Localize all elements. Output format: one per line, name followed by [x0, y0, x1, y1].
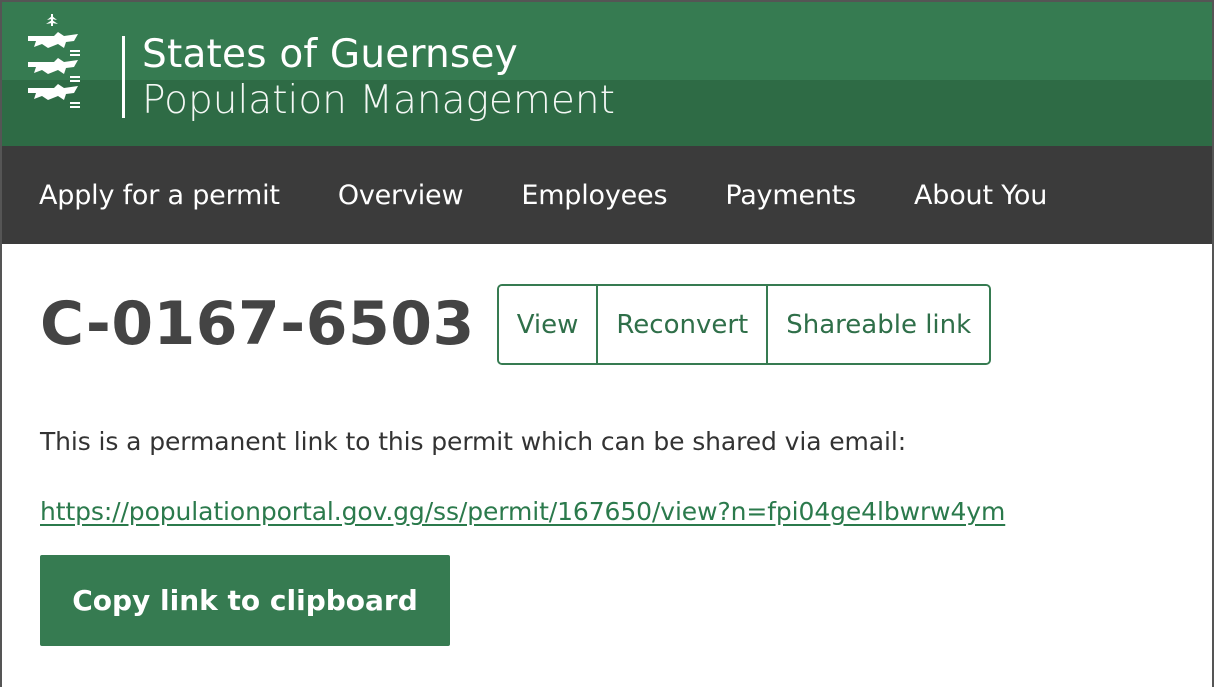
nav-item-employees[interactable]: Employees: [521, 180, 667, 211]
department-name: Population Management: [142, 78, 615, 123]
org-name[interactable]: States of Guernsey: [142, 32, 615, 78]
nav-item-overview[interactable]: Overview: [338, 180, 464, 211]
main-nav: Apply for a permit Overview Employees Pa…: [2, 146, 1212, 244]
reconvert-button[interactable]: Reconvert: [596, 286, 767, 363]
header-divider: [122, 36, 125, 118]
permit-title-row: C-0167-6503 View Reconvert Shareable lin…: [40, 282, 1212, 365]
guernsey-crest-icon[interactable]: [24, 14, 82, 118]
header-title-block: States of Guernsey Population Management: [142, 32, 615, 124]
view-button[interactable]: View: [498, 286, 597, 363]
permit-action-group: View Reconvert Shareable link: [496, 284, 992, 365]
nav-item-about-you[interactable]: About You: [914, 180, 1047, 211]
copy-link-button[interactable]: Copy link to clipboard: [40, 555, 450, 646]
shareable-link-button[interactable]: Shareable link: [766, 286, 990, 363]
site-header: States of Guernsey Population Management: [2, 2, 1212, 146]
nav-item-apply-for-permit[interactable]: Apply for a permit: [39, 180, 280, 211]
permanent-link[interactable]: https://populationportal.gov.gg/ss/permi…: [40, 497, 1005, 526]
permit-id-heading: C-0167-6503: [40, 288, 475, 359]
nav-item-payments[interactable]: Payments: [725, 180, 856, 211]
page-frame: States of Guernsey Population Management…: [0, 0, 1214, 687]
main-content: C-0167-6503 View Reconvert Shareable lin…: [2, 244, 1212, 646]
permanent-link-description: This is a permanent link to this permit …: [40, 427, 907, 456]
